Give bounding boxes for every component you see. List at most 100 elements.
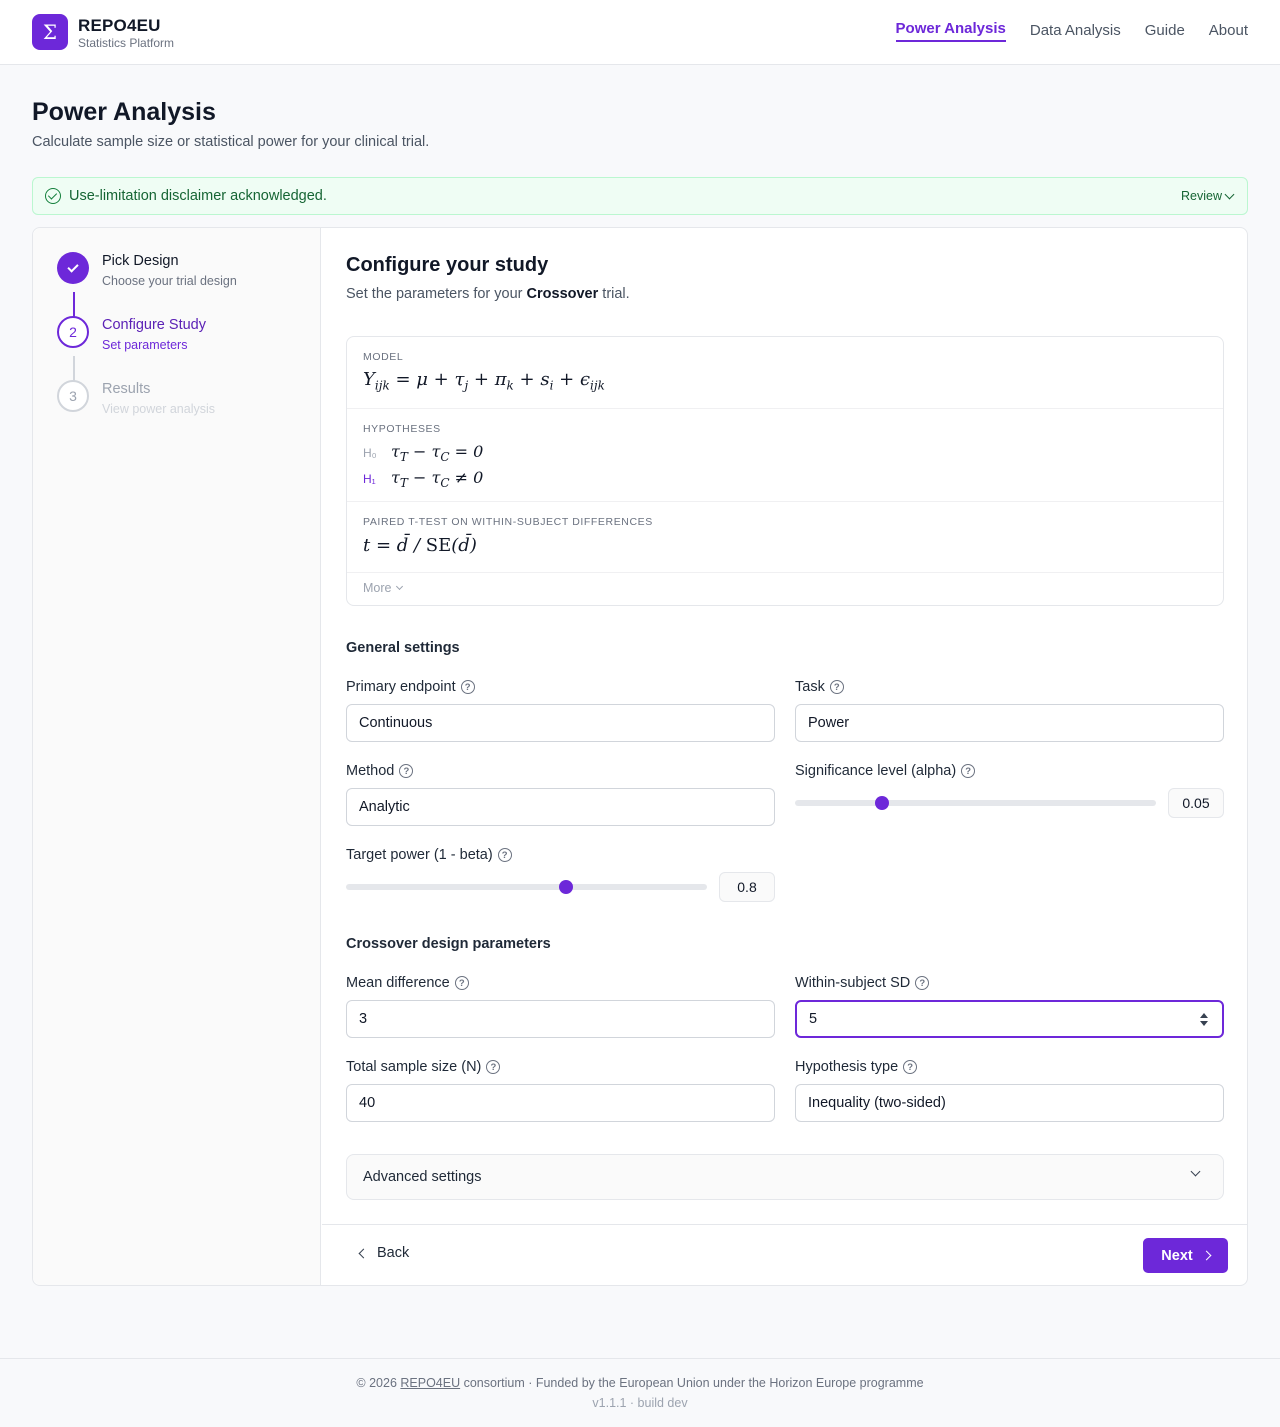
advanced-settings-toggle[interactable]: Advanced settings <box>346 1154 1224 1200</box>
review-button[interactable]: Review <box>1181 189 1235 203</box>
chevron-right-icon <box>1201 1250 1212 1261</box>
alpha-value[interactable]: 0.05 <box>1168 788 1224 818</box>
h1-label: H₁ <box>363 472 376 486</box>
app-header: Σ REPO4EU Statistics Platform Power Anal… <box>0 0 1280 65</box>
wizard-footer: Back Next <box>322 1224 1247 1285</box>
alpha-label: Significance level (alpha)? <box>795 763 976 779</box>
design-name: Crossover <box>526 286 599 302</box>
help-icon[interactable]: ? <box>454 976 469 990</box>
help-icon[interactable]: ? <box>903 1060 918 1074</box>
wizard-card: Pick Design Choose your trial design 2 C… <box>32 227 1248 1286</box>
sample-size-input[interactable]: 40 <box>346 1084 775 1122</box>
general-settings-heading: General settings <box>346 640 460 656</box>
model-label: MODEL <box>363 351 404 363</box>
copyright-text: © 2026 REPO4EU consortium · Funded by th… <box>0 1376 1280 1390</box>
version-text: v1.1.1 · build dev <box>592 1396 688 1410</box>
help-icon[interactable]: ? <box>486 1060 501 1074</box>
brand-subtitle: Statistics Platform <box>78 36 175 50</box>
check-icon <box>67 260 79 273</box>
task-select[interactable]: Power <box>795 704 1224 742</box>
model-summary: MODEL Yijk = μ + τj + πk + si + ϵijk HYP… <box>346 336 1224 606</box>
chevron-down-icon <box>1190 1166 1201 1177</box>
check-circle-icon <box>45 188 61 204</box>
next-label: Next <box>1161 1247 1193 1264</box>
page-subtitle: Calculate sample size or statistical pow… <box>32 134 430 150</box>
select-value: Power <box>808 715 850 731</box>
step-done-circle <box>57 252 89 284</box>
step-subtitle: View power analysis <box>102 402 216 416</box>
hypothesis-type-select[interactable]: Inequality (two-sided) <box>795 1084 1224 1122</box>
step-title: Pick Design <box>102 253 179 269</box>
alpha-slider[interactable] <box>795 800 1156 806</box>
step-subtitle: Set parameters <box>102 338 188 352</box>
label-text: Hypothesis type <box>795 1059 899 1075</box>
chevron-left-icon <box>358 1248 369 1258</box>
select-value: Inequality (two-sided) <box>808 1095 946 1111</box>
help-icon[interactable]: ? <box>961 764 976 778</box>
page-footer: © 2026 REPO4EU consortium · Funded by th… <box>0 1358 1280 1427</box>
configure-panel: Configure your study Set the parameters … <box>322 228 1247 1285</box>
test-section: PAIRED T-TEST ON WITHIN-SUBJECT DIFFEREN… <box>347 502 1223 573</box>
subtitle-text: trial. <box>598 286 630 302</box>
label-text: Mean difference <box>346 975 450 991</box>
label-text: Task <box>795 679 825 695</box>
step-number-circle: 3 <box>57 380 89 412</box>
mean-difference-label: Mean difference? <box>346 975 469 991</box>
help-icon[interactable]: ? <box>915 976 930 990</box>
sample-size-label: Total sample size (N)? <box>346 1059 501 1075</box>
help-icon[interactable]: ? <box>460 680 475 694</box>
help-icon[interactable]: ? <box>497 848 512 862</box>
label-text: Primary endpoint <box>346 679 456 695</box>
label-text: Within-subject SD <box>795 975 911 991</box>
hypothesis-type-label: Hypothesis type? <box>795 1059 918 1075</box>
label-text: Significance level (alpha) <box>795 763 957 779</box>
primary-endpoint-label: Primary endpoint? <box>346 679 475 695</box>
method-select[interactable]: Analytic <box>346 788 775 826</box>
power-value[interactable]: 0.8 <box>719 872 775 902</box>
configure-subtitle: Set the parameters for your Crossover tr… <box>346 286 630 302</box>
more-toggle[interactable]: More <box>363 581 404 595</box>
h0-label: H₀ <box>363 446 377 460</box>
subtitle-text: Set the parameters for your <box>346 286 527 302</box>
h0-equation: τT − τC = 0 <box>391 442 484 465</box>
review-label: Review <box>1181 189 1222 203</box>
nav-guide[interactable]: Guide <box>1145 22 1185 44</box>
consortium-link[interactable]: REPO4EU <box>400 1376 460 1390</box>
hypotheses-label: HYPOTHESES <box>363 423 441 435</box>
chevron-down-icon <box>396 582 404 590</box>
within-sd-label: Within-subject SD? <box>795 975 930 991</box>
back-label: Back <box>377 1245 410 1261</box>
test-label: PAIRED T-TEST ON WITHIN-SUBJECT DIFFEREN… <box>363 516 653 528</box>
help-icon[interactable]: ? <box>399 764 414 778</box>
mean-difference-input[interactable]: 3 <box>346 1000 775 1038</box>
power-slider-thumb[interactable] <box>559 880 574 894</box>
help-icon[interactable]: ? <box>829 680 844 694</box>
next-button[interactable]: Next <box>1143 1238 1228 1273</box>
alpha-slider-thumb[interactable] <box>874 796 889 810</box>
main-nav: Power Analysis Data Analysis Guide About <box>895 20 1248 44</box>
power-slider[interactable] <box>346 884 707 890</box>
disclaimer-banner: Use-limitation disclaimer acknowledged. … <box>32 177 1248 215</box>
stepper-icon[interactable] <box>1200 1012 1208 1028</box>
nav-power-analysis[interactable]: Power Analysis <box>895 20 1006 42</box>
step-subtitle: Choose your trial design <box>102 274 237 288</box>
sigma-logo-icon[interactable]: Σ <box>32 14 68 50</box>
configure-title: Configure your study <box>346 254 549 276</box>
step-title: Configure Study <box>102 317 206 333</box>
brand-title: REPO4EU <box>78 16 161 35</box>
advanced-settings-label: Advanced settings <box>363 1169 482 1185</box>
back-button[interactable]: Back <box>358 1245 410 1261</box>
step-title: Results <box>102 381 151 397</box>
power-label: Target power (1 - beta)? <box>346 847 512 863</box>
label-text: Target power (1 - beta) <box>346 847 493 863</box>
copyright-post: consortium · Funded by the European Unio… <box>460 1376 924 1390</box>
step-number-circle: 2 <box>57 316 89 348</box>
primary-endpoint-select[interactable]: Continuous <box>346 704 775 742</box>
banner-text: Use-limitation disclaimer acknowledged. <box>69 188 327 204</box>
within-sd-input[interactable]: 5 <box>795 1000 1224 1038</box>
nav-data-analysis[interactable]: Data Analysis <box>1030 22 1121 44</box>
nav-about[interactable]: About <box>1209 22 1248 44</box>
h1-equation: τT − τC ≠ 0 <box>391 468 484 491</box>
stepper-sidebar: Pick Design Choose your trial design 2 C… <box>33 228 321 1285</box>
select-value: Continuous <box>359 715 433 731</box>
